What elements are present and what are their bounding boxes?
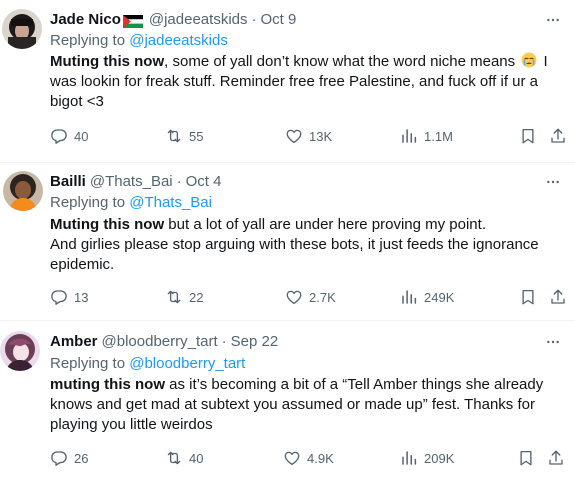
display-name[interactable]: Bailli [50, 172, 86, 192]
tweet-text-part-1: , some of yall don’t know what the word … [164, 53, 520, 70]
tweet[interactable]: Jade Nico @jadeeatskids · Oct 9 Replying… [0, 0, 575, 163]
tweet[interactable]: Bailli @Thats_Bai · Oct 4 Replying to @T… [0, 163, 575, 320]
share-button[interactable] [549, 287, 573, 307]
display-name[interactable]: Jade Nico [50, 10, 121, 30]
reply-button[interactable]: 13 [50, 287, 88, 307]
like-count: 4.9K [307, 450, 334, 466]
like-icon [283, 449, 301, 467]
like-icon [285, 127, 303, 145]
palestine-flag-icon [122, 14, 143, 28]
share-icon [547, 449, 565, 467]
reply-count: 26 [74, 450, 89, 466]
views-icon [400, 127, 418, 145]
view-count: 209K [424, 450, 455, 466]
reply-icon [50, 449, 68, 467]
handle[interactable]: @Thats_Bai [90, 172, 173, 192]
views-icon [400, 288, 418, 306]
bookmark-icon [517, 449, 535, 467]
bookmark-button[interactable] [519, 287, 543, 307]
timestamp[interactable]: Oct 4 [186, 172, 222, 192]
repost-icon [165, 127, 183, 145]
like-button[interactable]: 13K [285, 126, 332, 146]
separator: · [176, 173, 182, 190]
repost-icon [165, 449, 183, 467]
reply-button[interactable]: 26 [50, 448, 88, 468]
action-bar: 40 55 13K 1.1M [50, 126, 570, 146]
reply-icon [50, 288, 68, 306]
separator: · [221, 333, 227, 350]
views-button[interactable]: 209K [400, 448, 454, 468]
tweet-text-line-1: Muting this now but a lot of yall are un… [50, 215, 560, 235]
bookmark-icon [519, 127, 537, 145]
views-icon [400, 449, 418, 467]
views-button[interactable]: 249K [400, 287, 454, 307]
crying-face-emoji [521, 52, 537, 68]
repost-button[interactable]: 55 [165, 126, 203, 146]
timestamp[interactable]: Oct 9 [261, 10, 297, 30]
tweet-text-part-2: And girlies please stop arguing with the… [50, 236, 539, 273]
reply-icon [50, 127, 68, 145]
handle[interactable]: @bloodberry_tart [102, 332, 218, 352]
avatar[interactable] [0, 331, 40, 371]
display-name[interactable]: Amber [50, 332, 98, 352]
tweet-text: Muting this now, some of yall don’t know… [50, 52, 560, 112]
share-button[interactable] [547, 448, 571, 468]
more-icon[interactable] [543, 332, 563, 352]
reply-button[interactable]: 40 [50, 126, 88, 146]
like-button[interactable]: 2.7K [285, 287, 336, 307]
action-bar: 13 22 2.7K 249K [50, 287, 570, 307]
tweet-text-part-1: but a lot of yall are under here proving… [164, 216, 486, 233]
tweet-text-bold: Muting this now [50, 216, 165, 233]
view-count: 249K [424, 289, 455, 305]
repost-count: 22 [189, 289, 204, 305]
replying-to-label: Replying to [50, 194, 130, 211]
repost-icon [165, 288, 183, 306]
bookmark-button[interactable] [519, 126, 543, 146]
more-icon[interactable] [543, 10, 563, 30]
view-count: 1.1M [424, 128, 453, 144]
action-bar: 26 40 4.9K 209K [50, 448, 570, 468]
replying-to-link[interactable]: @Thats_Bai [129, 194, 212, 211]
repost-count: 55 [189, 128, 204, 144]
repost-count: 40 [189, 450, 204, 466]
replying-to: Replying to @bloodberry_tart [50, 354, 245, 374]
separator: · [251, 11, 257, 28]
like-button[interactable]: 4.9K [283, 448, 334, 468]
views-button[interactable]: 1.1M [400, 126, 453, 146]
reply-count: 40 [74, 128, 89, 144]
replying-to: Replying to @jadeeatskids [50, 31, 228, 51]
reply-count: 13 [74, 289, 89, 305]
more-icon[interactable] [543, 172, 563, 192]
bookmark-icon [519, 288, 537, 306]
like-icon [285, 288, 303, 306]
replying-to-label: Replying to [50, 32, 130, 49]
like-count: 13K [309, 128, 333, 144]
tweet-text-bold: muting this now [50, 376, 165, 393]
tweet-text: Muting this now but a lot of yall are un… [50, 215, 560, 275]
share-icon [549, 288, 567, 306]
replying-to-label: Replying to [50, 355, 130, 372]
avatar[interactable] [2, 9, 42, 49]
tweet-text: muting this now as it’s becoming a bit o… [50, 375, 560, 435]
repost-button[interactable]: 40 [165, 448, 203, 468]
replying-to: Replying to @Thats_Bai [50, 193, 212, 213]
share-button[interactable] [549, 126, 573, 146]
like-count: 2.7K [309, 289, 336, 305]
timestamp[interactable]: Sep 22 [231, 332, 279, 352]
replying-to-link[interactable]: @jadeeatskids [129, 32, 228, 49]
tweet[interactable]: Amber @bloodberry_tart · Sep 22 Replying… [0, 321, 575, 485]
avatar[interactable] [3, 171, 43, 211]
handle[interactable]: @jadeeatskids [149, 10, 248, 30]
repost-button[interactable]: 22 [165, 287, 203, 307]
tweet-text-bold: Muting this now [50, 53, 165, 70]
replying-to-link[interactable]: @bloodberry_tart [129, 355, 245, 372]
share-icon [549, 127, 567, 145]
bookmark-button[interactable] [517, 448, 541, 468]
